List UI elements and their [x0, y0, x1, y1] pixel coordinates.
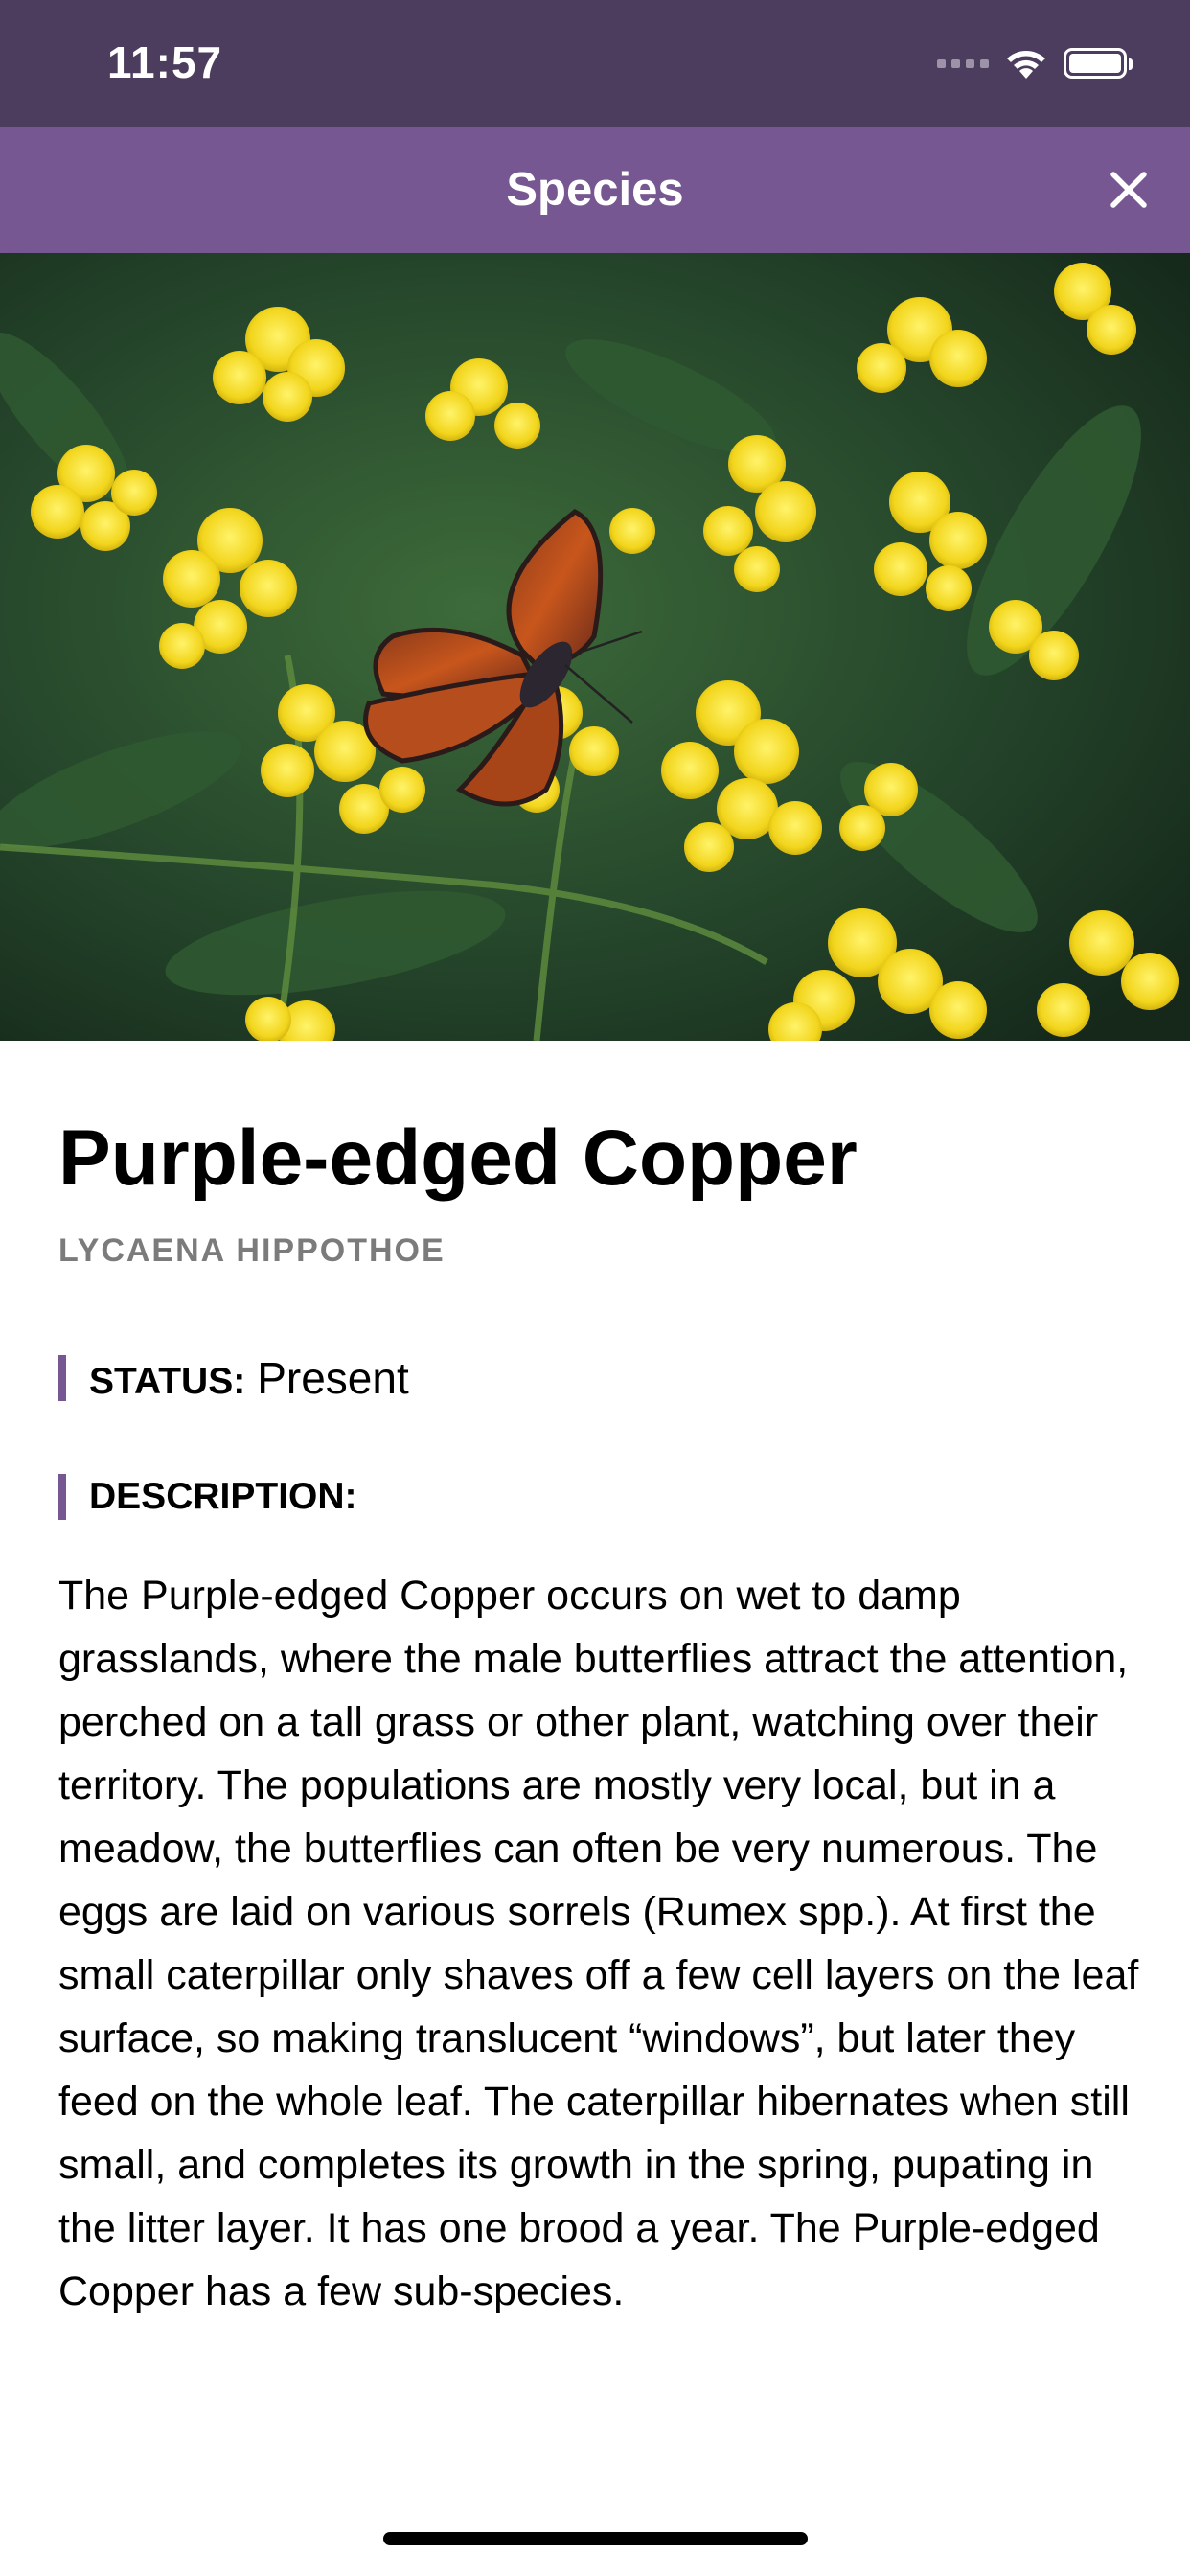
status-bar: 11:57 [0, 0, 1190, 126]
close-button[interactable] [1104, 165, 1154, 215]
status-time: 11:57 [107, 37, 223, 87]
status-field: STATUS: Present [58, 1353, 409, 1403]
status-icons [937, 42, 1133, 84]
battery-icon [1064, 48, 1133, 79]
signal-icon [937, 58, 989, 68]
species-photo [0, 253, 1190, 1041]
nav-title: Species [506, 164, 684, 216]
species-common-name: Purple-edged Copper [58, 1115, 858, 1202]
description-label: DESCRIPTION: [89, 1476, 357, 1517]
close-icon [1110, 172, 1147, 208]
home-indicator[interactable] [383, 2532, 808, 2545]
species-scientific-name: LYCAENA HIPPOTHOE [58, 1232, 446, 1269]
description-field: DESCRIPTION: [58, 1474, 357, 1520]
butterfly-photo [0, 253, 1190, 1041]
description-text: The Purple-edged Copper occurs on wet to… [58, 1573, 1139, 2314]
nav-bar: Species [0, 126, 1190, 253]
status-label: STATUS: [89, 1361, 246, 1402]
status-value: Present [257, 1353, 409, 1403]
wifi-icon [1007, 51, 1045, 79]
